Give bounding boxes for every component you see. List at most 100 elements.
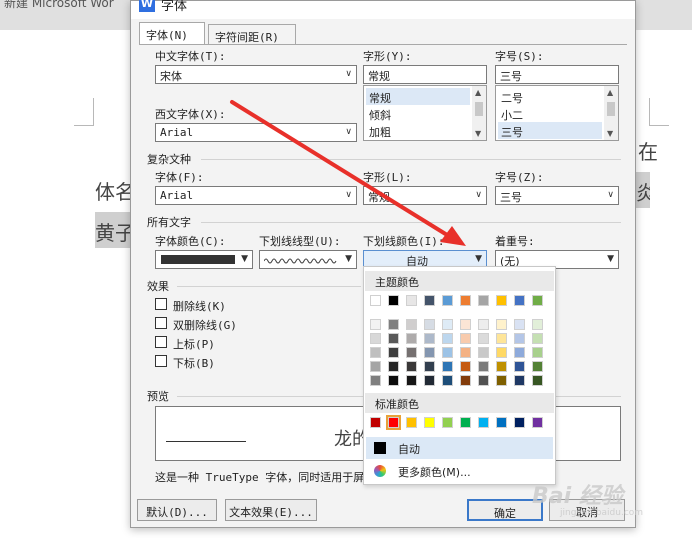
- color-swatch[interactable]: [424, 347, 435, 358]
- scroll-down-icon[interactable]: ▼: [475, 129, 481, 138]
- color-swatch[interactable]: [496, 347, 507, 358]
- tab-character-spacing[interactable]: 字符间距(R): [208, 24, 296, 45]
- underline-type-combo[interactable]: ▼: [259, 250, 357, 269]
- color-swatch[interactable]: [442, 333, 453, 344]
- color-swatch[interactable]: [442, 319, 453, 330]
- size-input[interactable]: 三号: [495, 65, 619, 84]
- color-swatch[interactable]: [478, 319, 489, 330]
- color-swatch[interactable]: [388, 333, 399, 344]
- color-swatch[interactable]: [406, 319, 417, 330]
- color-swatch[interactable]: [406, 347, 417, 358]
- color-swatch[interactable]: [514, 375, 525, 386]
- color-swatch[interactable]: [388, 295, 399, 306]
- color-swatch[interactable]: [460, 295, 471, 306]
- standard-color-swatch[interactable]: [496, 417, 507, 428]
- color-swatch[interactable]: [388, 347, 399, 358]
- list-item[interactable]: 三号: [498, 122, 602, 139]
- color-swatch[interactable]: [424, 375, 435, 386]
- color-swatch[interactable]: [460, 375, 471, 386]
- color-swatch[interactable]: [460, 347, 471, 358]
- standard-color-swatch[interactable]: [424, 417, 435, 428]
- color-swatch[interactable]: [478, 295, 489, 306]
- color-swatch[interactable]: [442, 375, 453, 386]
- strikethrough-checkbox[interactable]: [155, 298, 167, 310]
- default-button[interactable]: 默认(D)...: [137, 499, 217, 521]
- tab-font[interactable]: 字体(N): [139, 22, 205, 45]
- color-swatch[interactable]: [388, 361, 399, 372]
- color-swatch[interactable]: [514, 319, 525, 330]
- color-swatch[interactable]: [370, 295, 381, 306]
- color-swatch[interactable]: [424, 319, 435, 330]
- color-swatch[interactable]: [514, 361, 525, 372]
- color-swatch[interactable]: [424, 333, 435, 344]
- color-swatch[interactable]: [406, 361, 417, 372]
- auto-color-item[interactable]: 自动: [366, 437, 553, 459]
- standard-color-swatch[interactable]: [460, 417, 471, 428]
- size-scrollbar[interactable]: ▲ ▼: [604, 86, 618, 140]
- color-swatch[interactable]: [370, 361, 381, 372]
- style-list[interactable]: 常规 倾斜 加粗 ▲ ▼: [363, 85, 487, 141]
- style-scrollbar[interactable]: ▲ ▼: [472, 86, 486, 140]
- color-swatch[interactable]: [424, 361, 435, 372]
- color-swatch[interactable]: [370, 347, 381, 358]
- list-item[interactable]: 常规: [366, 88, 470, 105]
- list-item[interactable]: 二号: [498, 88, 523, 105]
- scroll-up-icon[interactable]: ▲: [475, 88, 481, 97]
- superscript-checkbox[interactable]: [155, 336, 167, 348]
- scroll-thumb[interactable]: [607, 102, 615, 116]
- color-swatch[interactable]: [478, 375, 489, 386]
- color-swatch[interactable]: [406, 375, 417, 386]
- complex-size-combo[interactable]: 三号 ∨: [495, 186, 619, 205]
- color-swatch[interactable]: [514, 333, 525, 344]
- color-swatch[interactable]: [478, 333, 489, 344]
- chinese-font-combo[interactable]: 宋体 ∨: [155, 65, 357, 84]
- color-swatch[interactable]: [388, 319, 399, 330]
- color-swatch[interactable]: [532, 295, 543, 306]
- subscript-checkbox[interactable]: [155, 355, 167, 367]
- dialog-title-bar[interactable]: W 字体: [131, 0, 635, 19]
- color-swatch[interactable]: [370, 375, 381, 386]
- color-swatch[interactable]: [370, 333, 381, 344]
- color-swatch[interactable]: [532, 319, 543, 330]
- color-swatch[interactable]: [478, 361, 489, 372]
- color-swatch[interactable]: [388, 375, 399, 386]
- color-swatch[interactable]: [460, 319, 471, 330]
- color-swatch[interactable]: [496, 361, 507, 372]
- color-swatch[interactable]: [406, 295, 417, 306]
- font-color-combo[interactable]: ▼: [155, 250, 253, 269]
- color-swatch[interactable]: [514, 295, 525, 306]
- standard-color-swatch[interactable]: [532, 417, 543, 428]
- color-swatch[interactable]: [460, 361, 471, 372]
- western-font-combo[interactable]: Arial ∨: [155, 123, 357, 142]
- style-input[interactable]: 常规: [363, 65, 487, 84]
- color-swatch[interactable]: [478, 347, 489, 358]
- color-swatch[interactable]: [514, 347, 525, 358]
- color-swatch[interactable]: [532, 361, 543, 372]
- color-swatch[interactable]: [442, 295, 453, 306]
- color-swatch[interactable]: [406, 333, 417, 344]
- color-swatch[interactable]: [496, 375, 507, 386]
- scroll-down-icon[interactable]: ▼: [607, 129, 613, 138]
- text-effects-button[interactable]: 文本效果(E)...: [225, 499, 317, 521]
- color-swatch[interactable]: [460, 333, 471, 344]
- more-colors-item[interactable]: 更多颜色(M)...: [366, 461, 553, 481]
- color-swatch[interactable]: [424, 295, 435, 306]
- scroll-thumb[interactable]: [475, 102, 483, 116]
- color-swatch[interactable]: [442, 361, 453, 372]
- standard-color-swatch[interactable]: [478, 417, 489, 428]
- color-swatch[interactable]: [496, 319, 507, 330]
- standard-color-swatch[interactable]: [442, 417, 453, 428]
- complex-style-combo[interactable]: 常规 ∨: [363, 186, 487, 205]
- color-swatch[interactable]: [496, 295, 507, 306]
- color-swatch[interactable]: [532, 375, 543, 386]
- list-item[interactable]: 倾斜: [366, 105, 391, 122]
- standard-color-swatch[interactable]: [370, 417, 381, 428]
- standard-color-swatch[interactable]: [406, 417, 417, 428]
- standard-color-swatch[interactable]: [386, 415, 401, 430]
- color-swatch[interactable]: [442, 347, 453, 358]
- color-swatch[interactable]: [532, 333, 543, 344]
- list-item[interactable]: 加粗: [366, 122, 391, 139]
- color-swatch[interactable]: [532, 347, 543, 358]
- color-swatch[interactable]: [370, 319, 381, 330]
- color-swatch[interactable]: [496, 333, 507, 344]
